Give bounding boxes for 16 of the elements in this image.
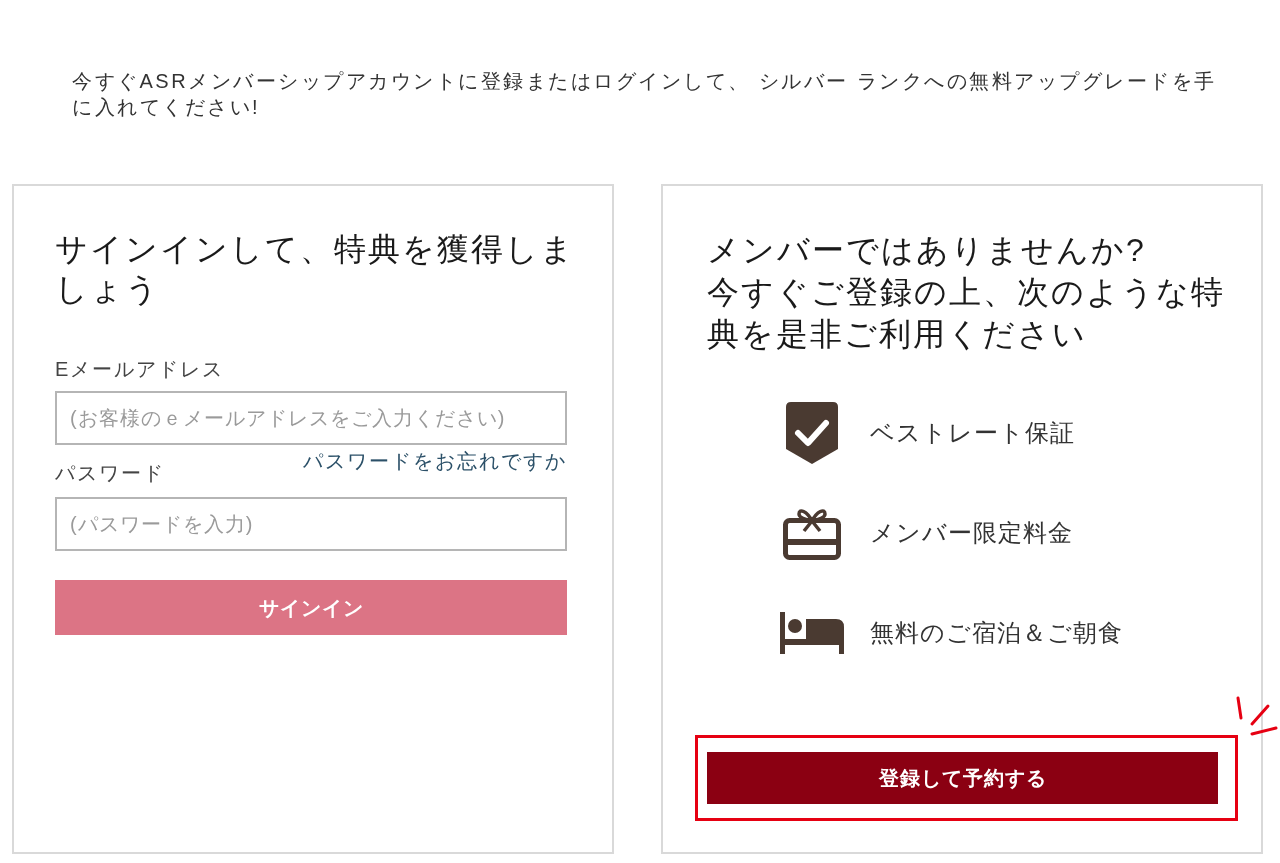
join-heading: メンバーではありませんか? 今すぐご登録の上、次のような特典を是非ご利用ください <box>707 231 1226 354</box>
email-field[interactable]: (お客様のｅメールアドレスをご入力ください) <box>55 391 567 445</box>
email-label: Eメールアドレス <box>55 357 225 382</box>
forgot-password-link[interactable]: パスワードをお忘れですか <box>303 449 567 473</box>
benefit-text: ベストレート保証 <box>870 418 1075 448</box>
intro-text: 今すぐASRメンバーシップアカウントに登録またはログインして、 シルバー ランクへの無料アップグレードを手に入れてください! <box>72 69 1218 120</box>
bed-icon <box>780 612 844 654</box>
password-field[interactable]: (パスワードを入力) <box>55 497 567 551</box>
gift-card-icon <box>783 506 841 560</box>
sign-in-heading: サインインして、特典を獲得しましょう <box>55 230 576 309</box>
shield-check-icon <box>786 402 838 464</box>
benefit-text: 無料のご宿泊＆ご朝食 <box>870 618 1123 648</box>
benefit-text: メンバー限定料金 <box>870 518 1073 548</box>
emphasis-marks-icon <box>1236 696 1278 736</box>
register-button[interactable]: 登録して予約する <box>707 752 1218 804</box>
password-label: パスワード <box>55 461 165 486</box>
